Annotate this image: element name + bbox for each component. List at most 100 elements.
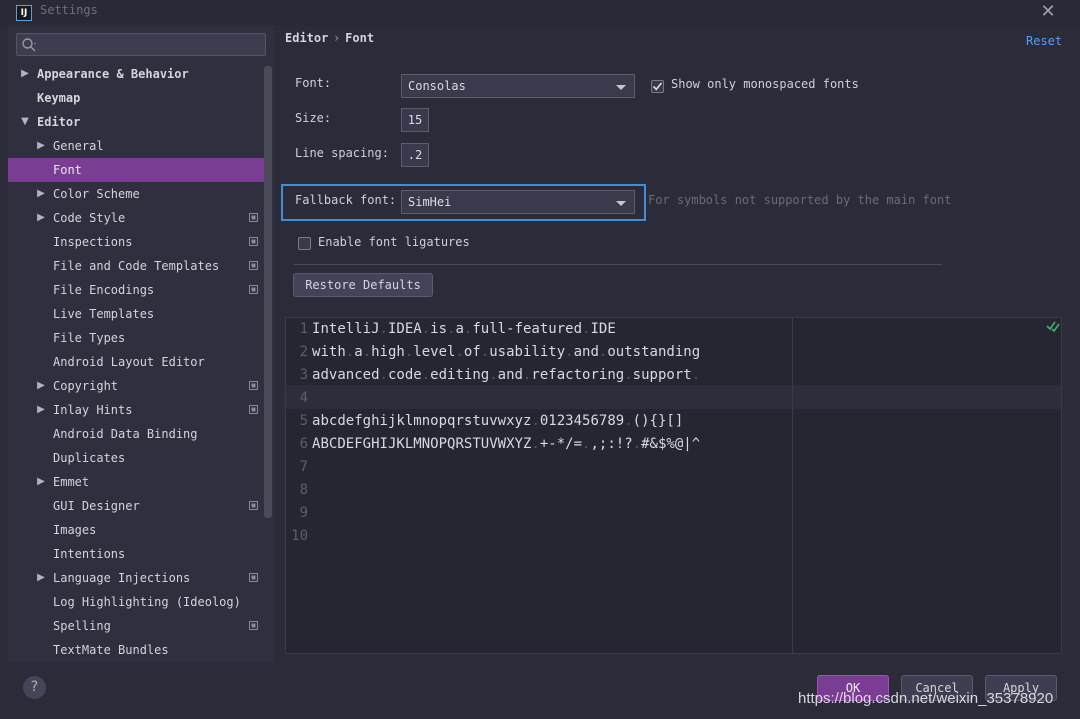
sidebar-item-label: Android Layout Editor [53,355,205,369]
sidebar-item-label: Log Highlighting (Ideolog) [53,595,241,609]
line-spacing-input[interactable]: .2 [401,143,429,167]
preview-code-line: ABCDEFGHIJKLMNOPQRSTUVWXYZ.+-*/=.,;:!?.#… [312,436,701,452]
line-number: 6 [299,436,308,452]
sidebar-item-label: Keymap [37,91,81,105]
expand-arrow-right-icon[interactable]: ▶ [36,470,46,494]
sidebar-item-label: Images [53,523,97,537]
line-number: 5 [299,413,308,429]
ligatures-checkbox[interactable] [298,237,311,250]
sidebar-item-label: Code Style [53,211,126,225]
search-input[interactable] [16,33,266,56]
size-input[interactable]: 15 [401,108,429,132]
chevron-down-icon [616,85,626,90]
expand-arrow-right-icon[interactable]: ▶ [20,62,30,86]
sidebar-item-label: Intentions [53,547,126,561]
line-number: 1 [299,321,308,337]
sidebar-item-label: Font [53,163,82,177]
sidebar-item[interactable]: ▶ Language Injections [8,566,266,590]
restore-defaults-button[interactable]: Restore Defaults [293,273,433,297]
fallback-font-combobox-value: SimHei [408,195,452,209]
title-bar [0,0,1080,26]
sidebar-item[interactable]: ▼ Editor [8,110,266,134]
expand-arrow-right-icon[interactable]: ▶ [36,398,46,422]
sidebar-item[interactable]: Keymap [8,86,266,110]
line-number: 8 [299,482,308,498]
project-scope-icon [249,285,258,294]
monospaced-checkbox[interactable] [651,80,664,93]
line-number: 2 [299,344,308,360]
line-number: 10 [291,528,308,544]
reset-link[interactable]: Reset [1026,34,1062,48]
sidebar-item[interactable]: ▶ Appearance & Behavior [8,62,266,86]
breadcrumb-parent[interactable]: Editor [285,31,328,45]
section-divider [294,264,942,265]
font-combobox[interactable]: Consolas [401,74,635,98]
expand-arrow-right-icon[interactable]: ▶ [36,374,46,398]
sidebar-item-label: TextMate Bundles [53,643,169,657]
right-margin-guide [792,318,793,653]
expand-arrow-down-icon[interactable]: ▼ [20,110,30,134]
sidebar-item-label: Spelling [53,619,111,633]
ligatures-checkbox-label: Enable font ligatures [318,235,470,249]
expand-arrow-right-icon[interactable]: ▶ [36,566,46,590]
sidebar-item[interactable]: Font [8,158,266,182]
sidebar-item[interactable]: File Encodings [8,278,266,302]
sidebar-item-label: File and Code Templates [53,259,220,273]
project-scope-icon [249,573,258,582]
sidebar-item-label: Duplicates [53,451,126,465]
sidebar-item[interactable]: Intentions [8,542,266,566]
sidebar-item-label: File Types [53,331,126,345]
sidebar-item[interactable]: Live Templates [8,302,266,326]
project-scope-icon [249,501,258,510]
sidebar-item[interactable]: Android Layout Editor [8,350,266,374]
sidebar-item[interactable]: ▶ General [8,134,266,158]
caret-row-highlight [286,385,1061,409]
preview-code-line: abcdefghijklmnopqrstuvwxyz.0123456789.()… [312,413,684,429]
project-scope-icon [249,381,258,390]
sidebar-item-label: General [53,139,104,153]
breadcrumb-current: Font [345,31,375,45]
sidebar-item[interactable]: File Types [8,326,266,350]
help-button[interactable]: ? [23,676,46,699]
chevron-down-icon [616,201,626,206]
sidebar-item[interactable]: Spelling [8,614,266,638]
watermark-text: https://blog.csdn.net/weixin_35378920 [798,690,1054,707]
window-title: Settings [40,3,98,17]
sidebar-item[interactable]: File and Code Templates [8,254,266,278]
breadcrumb-separator: › [334,31,340,45]
line-number: 4 [299,390,308,406]
sidebar-item[interactable]: ▶ Emmet [8,470,266,494]
sidebar-item-label: Language Injections [53,571,191,585]
sidebar-item[interactable]: ▶ Copyright [8,374,266,398]
project-scope-icon [249,621,258,630]
app-logo-icon: IJ [16,5,32,21]
checkmark-icon [652,82,663,91]
sidebar-item-label: Inlay Hints [53,403,133,417]
sidebar-scrollbar[interactable] [264,66,272,518]
sidebar-item-label: Inspections [53,235,133,249]
sidebar-item[interactable]: ▶ Color Scheme [8,182,266,206]
font-combobox-value: Consolas [408,79,466,93]
inspection-ok-icon[interactable] [1046,319,1060,333]
expand-arrow-right-icon[interactable]: ▶ [36,182,46,206]
sidebar-item[interactable]: TextMate Bundles [8,638,266,662]
expand-arrow-right-icon[interactable]: ▶ [36,206,46,230]
line-number: 9 [299,505,308,521]
fallback-font-combobox[interactable]: SimHei [401,190,635,214]
sidebar-item[interactable]: Inspections [8,230,266,254]
sidebar-item[interactable]: ▶ Code Style [8,206,266,230]
sidebar-item[interactable]: Log Highlighting (Ideolog) [8,590,266,614]
sidebar-item[interactable]: ▶ Inlay Hints [8,398,266,422]
sidebar-item[interactable]: Android Data Binding [8,422,266,446]
line-number: 7 [299,459,308,475]
preview-code-line: IntelliJ.IDEA.is.a.full-featured.IDE [312,321,616,337]
project-scope-icon [249,261,258,270]
sidebar-item-label: File Encodings [53,283,155,297]
sidebar-item-label: Appearance & Behavior [37,67,189,81]
sidebar-item[interactable]: GUI Designer [8,494,266,518]
sidebar-item[interactable]: Images [8,518,266,542]
close-icon[interactable]: ✕ [1038,0,1058,24]
expand-arrow-right-icon[interactable]: ▶ [36,134,46,158]
fallback-font-label: Fallback font: [295,193,397,207]
sidebar-item[interactable]: Duplicates [8,446,266,470]
